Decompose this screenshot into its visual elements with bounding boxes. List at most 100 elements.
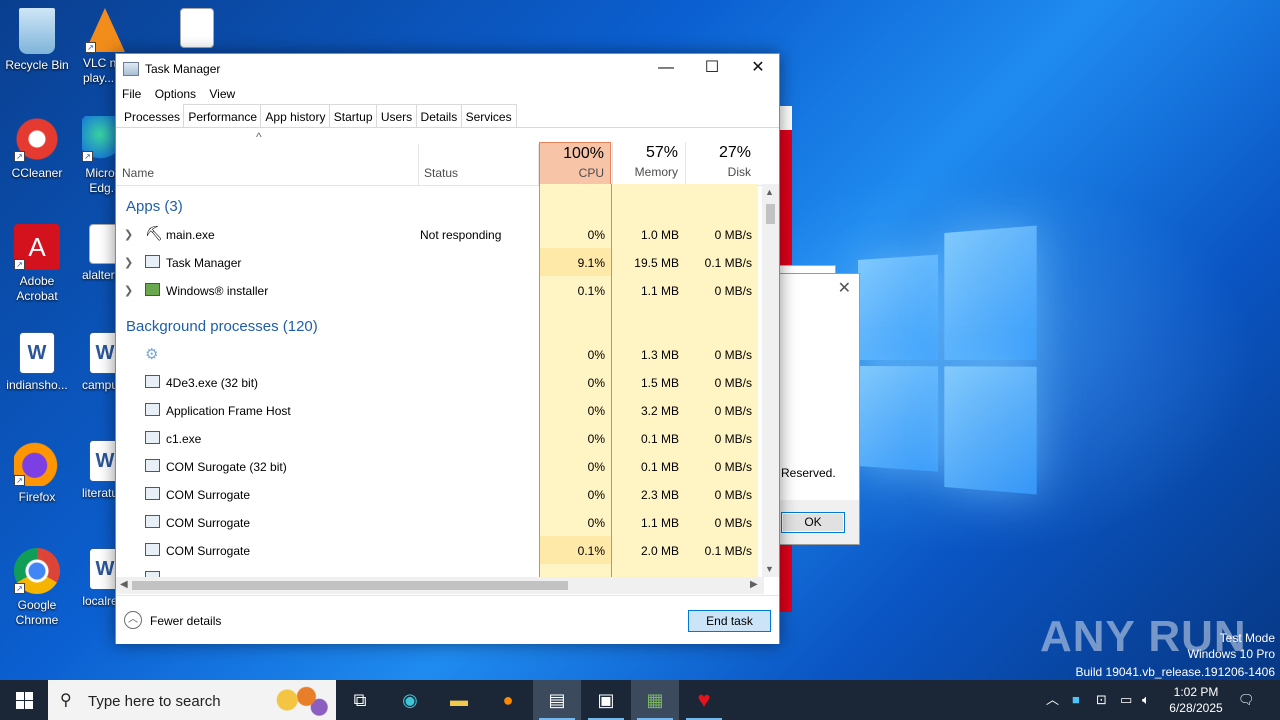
column-disk[interactable]: 27% Disk <box>685 142 757 186</box>
notification-icon[interactable]: 🗨︎ <box>1238 680 1255 720</box>
table-row[interactable]: ⚙ 0% 1.3 MB 0 MB/s <box>116 340 764 368</box>
expand-chevron-icon[interactable]: ❯ <box>124 228 133 241</box>
tab-startup[interactable]: Startup <box>328 104 378 127</box>
process-cpu: 9.1% <box>539 248 612 276</box>
desktop-icon-image-file[interactable] <box>160 8 234 52</box>
table-row[interactable]: COM Surrogate 0.1% 2.0 MB 0.1 MB/s <box>116 536 764 564</box>
table-row[interactable]: ❯ ⛏ main.exe Not responding 0% 1.0 MB 0 … <box>116 220 764 248</box>
file-explorer-icon[interactable]: ▬ <box>435 680 483 720</box>
column-name[interactable]: Name <box>122 166 154 180</box>
process-memory: 2.3 MB <box>612 480 685 508</box>
tray-app-icon[interactable]: ■ <box>1072 680 1080 720</box>
table-row[interactable]: COM Surrogate 0% 1.1 MB 0 MB/s <box>116 508 764 536</box>
installer-taskbar-icon[interactable]: ▦ <box>631 680 679 720</box>
window-taskbar-icon[interactable]: ▣ <box>582 680 630 720</box>
tray-device-icon[interactable]: ⊡ <box>1096 680 1107 720</box>
taskbar-search-box[interactable]: ⚲ Type here to search <box>48 680 336 720</box>
menu-file[interactable]: File <box>122 84 147 101</box>
process-memory: 0.1 MB <box>612 424 685 452</box>
table-row[interactable]: Application Frame Host 0% 3.2 MB 0 MB/s <box>116 396 764 424</box>
process-disk: 0 MB/s <box>685 340 758 368</box>
tab-services[interactable]: Services <box>460 104 517 127</box>
expand-chevron-icon[interactable]: ❯ <box>124 256 133 269</box>
clock-time: 1:02 PM <box>1173 685 1219 699</box>
footer-bar: ︿ Fewer details End task <box>116 595 779 644</box>
process-memory: 19.5 MB <box>612 248 685 276</box>
heart-app-taskbar-icon[interactable]: ♥ <box>680 680 728 720</box>
acrobat-icon: A ↗ <box>14 224 60 270</box>
title-bar[interactable]: Task Manager — ☐ ✕ <box>116 54 779 84</box>
process-window-icon <box>145 431 160 444</box>
scroll-down-icon[interactable]: ▼ <box>765 564 774 574</box>
horizontal-scrollbar[interactable]: ◀ ▶ <box>116 577 764 594</box>
process-cpu: 0% <box>539 424 612 452</box>
process-disk: 0 MB/s <box>685 508 758 536</box>
vertical-scrollbar[interactable]: ▲ ▼ <box>762 184 779 577</box>
process-disk: 0 MB/s <box>685 480 758 508</box>
table-row[interactable]: ❯ Windows® installer 0.1% 1.1 MB 0 MB/s <box>116 276 764 304</box>
column-header: ^ Name Status 100% CPU 57% Memory 27% Di… <box>116 128 779 186</box>
network-icon[interactable]: ▭ <box>1120 680 1132 720</box>
group-title: Background processes (120) <box>126 318 318 335</box>
edge-taskbar-icon[interactable]: ◉ <box>386 680 434 720</box>
table-row[interactable]: COM Surogate (32 bit) 0% 0.1 MB 0 MB/s <box>116 452 764 480</box>
chevron-up-icon[interactable]: ︿ <box>124 611 142 629</box>
image-file-icon <box>180 8 214 48</box>
process-status: Not responding <box>420 228 502 242</box>
table-row[interactable] <box>116 564 764 577</box>
desktop-icon-word-doc[interactable]: W indiansho... <box>0 332 74 393</box>
desktop-icon-google-chrome[interactable]: ↗ Google Chrome <box>0 548 74 628</box>
process-cpu: 0.1% <box>539 276 612 304</box>
scroll-left-icon[interactable]: ◀ <box>120 579 128 590</box>
column-cpu[interactable]: 100% CPU <box>539 142 611 186</box>
ccleaner-icon: ↗ <box>14 116 60 162</box>
task-manager-taskbar-icon[interactable]: ▤ <box>533 680 581 720</box>
process-window-icon <box>145 487 160 500</box>
group-header-apps[interactable]: Apps (3) <box>116 184 764 220</box>
close-icon[interactable]: ✕ <box>838 278 851 298</box>
table-row[interactable]: COM Surrogate 0% 2.3 MB 0 MB/s <box>116 480 764 508</box>
column-memory[interactable]: 57% Memory <box>612 142 684 186</box>
system-clock[interactable]: 1:02 PM 6/28/2025 <box>1160 684 1232 716</box>
task-manager-icon <box>145 255 160 268</box>
start-button[interactable] <box>0 680 48 720</box>
desktop-icon-ccleaner[interactable]: ↗ CCleaner <box>0 116 74 181</box>
chevron-up-icon[interactable]: ︿ <box>1046 680 1059 720</box>
minimize-button[interactable]: — <box>643 54 689 84</box>
desktop-icon-adobe-acrobat[interactable]: A ↗ Adobe Acrobat <box>0 224 74 304</box>
watermark-line2: Windows 10 Pro <box>1187 647 1275 661</box>
scroll-up-icon[interactable]: ▲ <box>765 187 774 197</box>
desktop-icon-label: Google Chrome <box>15 598 59 627</box>
fewer-details-link[interactable]: Fewer details <box>150 614 221 628</box>
volume-icon[interactable]: 🔈︎ <box>1142 680 1150 720</box>
process-disk: 0.1 MB/s <box>685 536 758 564</box>
ok-button[interactable]: OK <box>781 512 845 533</box>
task-view-icon[interactable]: ⧉ <box>336 680 384 720</box>
menu-view[interactable]: View <box>209 84 241 101</box>
tab-performance[interactable]: Performance <box>183 104 263 127</box>
tab-details[interactable]: Details <box>415 104 463 127</box>
end-task-button[interactable]: End task <box>688 610 771 632</box>
scroll-thumb[interactable] <box>132 581 568 590</box>
maximize-button[interactable]: ☐ <box>689 54 735 84</box>
column-status[interactable]: Status <box>424 166 458 180</box>
desktop-icon-recycle-bin[interactable]: Recycle Bin <box>0 8 74 73</box>
table-row[interactable]: c1.exe 0% 0.1 MB 0 MB/s <box>116 424 764 452</box>
expand-chevron-icon[interactable]: ❯ <box>124 284 133 297</box>
process-memory: 1.3 MB <box>612 340 685 368</box>
table-row[interactable]: 4De3.exe (32 bit) 0% 1.5 MB 0 MB/s <box>116 368 764 396</box>
tab-app-history[interactable]: App history <box>260 104 331 127</box>
desktop-icon-firefox[interactable]: ↗ Firefox <box>0 440 74 505</box>
tab-users[interactable]: Users <box>375 104 418 127</box>
firefox-taskbar-icon[interactable]: ● <box>484 680 532 720</box>
tab-processes[interactable]: Processes <box>119 104 186 127</box>
tab-strip: Processes Performance App history Startu… <box>116 104 779 128</box>
group-header-background[interactable]: Background processes (120) <box>116 304 764 340</box>
recycle-bin-icon <box>19 8 55 54</box>
menu-options[interactable]: Options <box>155 84 202 101</box>
task-manager-icon <box>123 62 139 76</box>
scroll-thumb[interactable] <box>766 204 775 224</box>
table-row[interactable]: ❯ Task Manager 9.1% 19.5 MB 0.1 MB/s <box>116 248 764 276</box>
scroll-right-icon[interactable]: ▶ <box>750 579 758 590</box>
close-button[interactable]: ✕ <box>735 54 781 84</box>
